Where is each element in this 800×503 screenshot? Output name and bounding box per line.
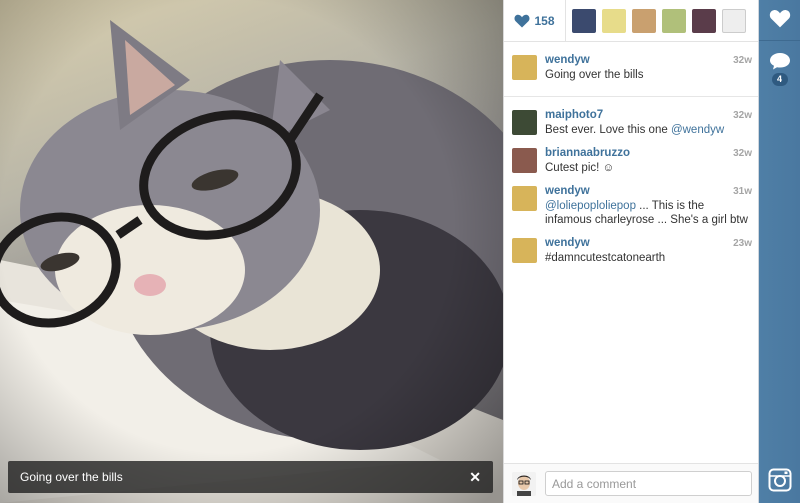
comment-timestamp: 23w xyxy=(733,238,752,249)
avatar[interactable] xyxy=(512,148,537,173)
comment-text: #damncutestcatonearth xyxy=(545,252,666,264)
comment-username[interactable]: wendyw xyxy=(545,53,752,68)
comment-item: wendyw Going over the bills 32w xyxy=(504,50,758,97)
heart-icon xyxy=(769,10,790,28)
comment-item: wendyw @loliepoploliepop ... This is the… xyxy=(504,181,758,233)
comment-timestamp: 32w xyxy=(733,148,752,159)
like-count: 158 xyxy=(534,13,555,28)
like-count-button[interactable]: 158 xyxy=(504,0,566,42)
liker-avatar[interactable] xyxy=(572,8,596,33)
photo-caption-bar: Going over the bills ✕ xyxy=(8,461,493,493)
comment-item: maiphoto7 Best ever. Love this one @wend… xyxy=(504,105,758,143)
comment-text: @loliepoploliepop ... This is the infamo… xyxy=(545,199,752,227)
photo-caption: Going over the bills xyxy=(20,470,123,484)
avatar[interactable] xyxy=(512,186,537,211)
comment-timestamp: 31w xyxy=(733,186,752,197)
liker-avatar[interactable] xyxy=(602,8,626,33)
mention-link[interactable]: @wendyw xyxy=(671,124,724,136)
comment-username[interactable]: maiphoto7 xyxy=(545,108,752,123)
instagram-button[interactable] xyxy=(759,468,800,492)
liker-avatar[interactable] xyxy=(692,8,716,33)
mention-link[interactable]: @loliepoploliepop xyxy=(545,200,636,212)
avatar[interactable] xyxy=(512,471,536,496)
comment-item: briannaabruzzo Cutest pic! ☺ 32w xyxy=(504,143,758,181)
like-button[interactable] xyxy=(759,9,800,28)
liker-avatar[interactable] xyxy=(722,8,746,33)
comment-timestamp: 32w xyxy=(733,55,752,66)
liker-avatar[interactable] xyxy=(662,8,686,33)
avatar[interactable] xyxy=(512,55,537,80)
avatar[interactable] xyxy=(512,110,537,135)
comment-username[interactable]: wendyw xyxy=(545,184,752,199)
likes-row: 158 xyxy=(504,0,758,42)
photo: Going over the bills ✕ xyxy=(0,0,503,503)
comment-text: Cutest pic! ☺ xyxy=(545,162,615,174)
comment-text: Best ever. Love this one @wendyw xyxy=(545,123,752,137)
comment-button[interactable]: 4 xyxy=(759,52,800,86)
heart-icon xyxy=(514,14,530,27)
likers-list xyxy=(566,8,746,33)
instagram-camera-icon xyxy=(768,468,791,492)
comments-panel: 158 wendyw Going over the bills 32w maip… xyxy=(503,0,759,503)
comment-item: wendyw #damncutestcatonearth 23w xyxy=(504,233,758,271)
action-rail: 4 xyxy=(759,0,800,503)
liker-avatar[interactable] xyxy=(632,8,656,33)
comment-text-part: Best ever. Love this one xyxy=(545,124,671,136)
rail-divider xyxy=(759,40,800,41)
cat-photo-image xyxy=(0,0,503,503)
add-comment-bar xyxy=(504,463,758,503)
comment-text: Going over the bills xyxy=(545,69,644,81)
close-icon[interactable]: ✕ xyxy=(469,470,481,484)
comment-username[interactable]: briannaabruzzo xyxy=(545,146,752,161)
comment-input[interactable] xyxy=(545,471,752,496)
comment-username[interactable]: wendyw xyxy=(545,236,752,251)
comment-list: wendyw Going over the bills 32w maiphoto… xyxy=(504,42,758,271)
avatar[interactable] xyxy=(512,238,537,263)
comment-timestamp: 32w xyxy=(733,110,752,121)
speech-bubble-icon xyxy=(769,53,790,70)
comment-count-badge: 4 xyxy=(771,73,788,86)
